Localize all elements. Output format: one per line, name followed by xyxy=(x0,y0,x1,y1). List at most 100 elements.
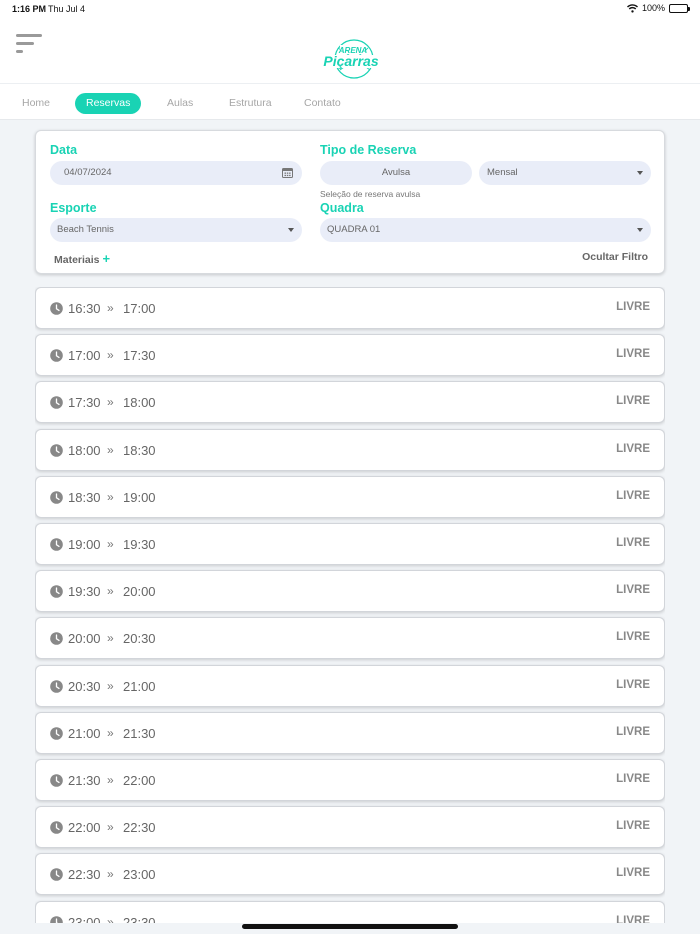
slot-status: LIVRE xyxy=(616,537,650,549)
quadra-value: QUADRA 01 xyxy=(327,224,381,235)
svg-text:Piçarras: Piçarras xyxy=(323,53,378,69)
slot-start-time: 22:00 xyxy=(68,820,101,836)
slot-status: LIVRE xyxy=(616,773,650,785)
slot-separator: » xyxy=(107,631,114,646)
time-slot-row[interactable]: 18:30 » 19:00 LIVRE xyxy=(35,475,665,518)
slot-status: LIVRE xyxy=(616,489,650,502)
clock-icon xyxy=(50,726,63,740)
esporte-value: Beach Tennis xyxy=(57,224,114,235)
slot-end-time: 23:30 xyxy=(123,914,156,923)
clock-icon xyxy=(50,821,63,834)
slot-end-time: 19:00 xyxy=(123,489,156,505)
status-time: 1:16 PM xyxy=(12,4,47,14)
plus-icon: + xyxy=(102,251,111,266)
tab-contato[interactable]: Contato xyxy=(304,93,341,114)
time-slot-row[interactable]: 20:30 » 21:00 LIVRE xyxy=(35,664,665,707)
slot-start-time: 23:00 xyxy=(68,914,101,923)
time-slot-row[interactable]: 21:30 » 22:00 LIVRE xyxy=(35,759,665,801)
slot-start-time: 20:00 xyxy=(68,631,101,647)
tipo-mensal-label: Mensal xyxy=(487,167,518,178)
clock-icon xyxy=(50,538,63,551)
quadra-label: Quadra xyxy=(320,201,364,215)
tab-aulas[interactable]: Aulas xyxy=(167,93,193,114)
tab-estrutura[interactable]: Estrutura xyxy=(229,93,272,114)
slot-status: LIVRE xyxy=(616,395,650,408)
slot-start-time: 18:00 xyxy=(68,442,101,458)
time-slot-row[interactable]: 21:00 » 21:30 LIVRE xyxy=(35,711,665,754)
slot-start-time: 22:30 xyxy=(68,867,101,883)
slot-end-time: 17:30 xyxy=(123,348,156,364)
slot-status: LIVRE xyxy=(616,631,650,644)
time-slot-row[interactable]: 16:30 » 17:00 LIVRE xyxy=(35,287,665,329)
clock-icon xyxy=(50,868,63,882)
clock-icon xyxy=(50,490,63,504)
status-bar: 1:16 PM Thu Jul 4 100% xyxy=(0,0,700,20)
slot-separator: » xyxy=(107,914,114,923)
slot-separator: » xyxy=(107,820,114,835)
wifi-icon xyxy=(626,3,638,13)
slot-status: LIVRE xyxy=(616,584,650,597)
time-slot-row[interactable]: 22:00 » 22:30 LIVRE xyxy=(35,806,665,849)
time-slot-row[interactable]: 19:00 » 19:30 LIVRE xyxy=(35,523,665,565)
slot-start-time: 16:30 xyxy=(68,301,101,316)
clock-icon xyxy=(50,679,63,693)
slot-end-time: 23:00 xyxy=(123,867,156,883)
tab-reservas[interactable]: Reservas xyxy=(75,93,142,114)
slot-end-time: 22:00 xyxy=(123,773,156,788)
menu-icon[interactable] xyxy=(16,34,42,56)
slot-separator: » xyxy=(107,678,114,693)
time-slot-row[interactable]: 17:30 » 18:00 LIVRE xyxy=(35,381,665,424)
time-slot-row[interactable]: 18:00 » 18:30 LIVRE xyxy=(35,428,665,471)
clock-icon xyxy=(50,443,63,457)
slot-start-time: 21:30 xyxy=(68,773,101,788)
calendar-icon[interactable] xyxy=(282,167,293,178)
tipo-mensal-select[interactable]: Mensal xyxy=(479,161,651,185)
date-value: 04/07/2024 xyxy=(64,167,112,178)
home-indicator xyxy=(242,924,458,929)
battery-icon xyxy=(669,3,690,13)
slot-end-time: 18:30 xyxy=(123,442,156,458)
tab-home[interactable]: Home xyxy=(22,93,50,114)
slot-status: LIVRE xyxy=(616,867,650,880)
clock-icon xyxy=(50,774,63,787)
time-slot-row[interactable]: 17:00 » 17:30 LIVRE xyxy=(35,334,665,377)
slot-status: LIVRE xyxy=(616,820,650,833)
slot-end-time: 21:30 xyxy=(123,725,156,741)
clock-icon xyxy=(50,915,63,923)
slot-separator: » xyxy=(107,442,114,457)
hide-filter-button[interactable]: Ocultar Filtro xyxy=(582,251,648,263)
arena-picarras-logo: ARENA Piçarras xyxy=(320,39,382,79)
slot-start-time: 20:30 xyxy=(68,678,101,694)
slot-start-time: 19:00 xyxy=(68,537,101,552)
clock-icon xyxy=(50,349,63,362)
data-label: Data xyxy=(50,143,78,157)
slot-end-time: 20:30 xyxy=(123,631,156,647)
slot-status: LIVRE xyxy=(616,914,650,923)
status-date: Thu Jul 4 xyxy=(48,4,86,14)
slot-start-time: 21:00 xyxy=(68,725,101,741)
tipo-avulsa-label: Avulsa xyxy=(381,167,411,178)
time-slot-row[interactable]: 20:00 » 20:30 LIVRE xyxy=(35,617,665,660)
chevron-down-icon xyxy=(637,228,643,232)
filter-panel: Data 04/07/2024 Tipo de Reserva Avulsa M… xyxy=(35,130,665,274)
slot-separator: » xyxy=(107,537,114,551)
quadra-select[interactable]: QUADRA 01 xyxy=(320,218,651,242)
clock-icon xyxy=(50,396,63,410)
slot-end-time: 22:30 xyxy=(123,820,156,836)
time-slot-row[interactable]: 22:30 » 23:00 LIVRE xyxy=(35,853,665,896)
slot-separator: » xyxy=(107,395,114,410)
slot-status: LIVRE xyxy=(616,442,650,455)
time-slot-row[interactable]: 23:00 » 23:30 LIVRE xyxy=(35,900,665,923)
tipo-hint: Seleção de reserva avulsa xyxy=(320,189,421,199)
materials-button[interactable]: Materiais + xyxy=(54,251,110,266)
time-slot-row[interactable]: 19:30 » 20:00 LIVRE xyxy=(35,570,665,613)
slot-separator: » xyxy=(107,348,114,363)
slot-start-time: 17:30 xyxy=(68,395,101,411)
date-field[interactable]: 04/07/2024 xyxy=(50,161,302,185)
slot-separator: » xyxy=(107,301,114,315)
tipo-avulsa-button[interactable]: Avulsa xyxy=(320,161,472,185)
esporte-select[interactable]: Beach Tennis xyxy=(50,218,302,242)
slot-end-time: 17:00 xyxy=(123,301,156,316)
nav-tabs: Home Reservas Aulas Estrutura Contato xyxy=(0,84,700,120)
slot-end-time: 21:00 xyxy=(123,678,156,694)
